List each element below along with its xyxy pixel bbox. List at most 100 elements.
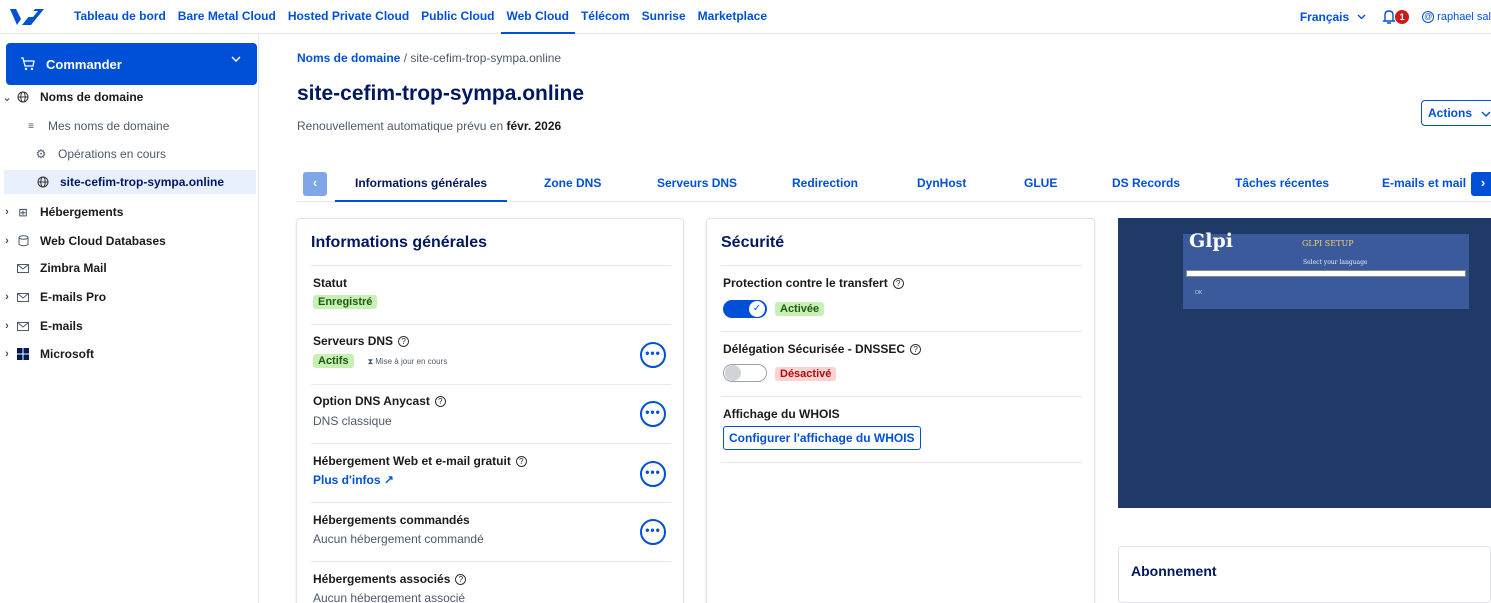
hosting-free-field: Hébergement Web et e-mail gratuit? (313, 454, 527, 468)
language-selector[interactable]: Français (1300, 10, 1366, 24)
tab-dynhost[interactable]: DynHost (917, 166, 966, 202)
nav-tableau-de-bord[interactable]: Tableau de bord (68, 0, 172, 34)
hosting-ordered-label: Hébergements commandés (313, 513, 470, 527)
hosting-free-more-button[interactable]: ••• (640, 461, 666, 487)
language-label: Français (1299, 10, 1350, 24)
sidebar-item-zimbra-mail[interactable]: Zimbra Mail (14, 256, 107, 280)
tab-serveurs-dns[interactable]: Serveurs DNS (657, 166, 737, 202)
user-icon: @ (1422, 11, 1435, 23)
sidebar: Commander ⌄ Noms de domaine ≡ Mes noms d… (0, 35, 259, 603)
subscription-card: Abonnement (1118, 546, 1491, 603)
notifications-button[interactable]: 1 (1382, 7, 1412, 27)
tabs-scroll-right-button[interactable]: › (1471, 172, 1491, 196)
security-card: Sécurité Protection contre le transfert?… (706, 218, 1095, 603)
list-icon: ≡ (28, 120, 34, 132)
hosting-ordered-value: Aucun hébergement commandé (313, 532, 484, 546)
help-icon[interactable]: ? (910, 344, 922, 355)
sidebar-item-label: Noms de domaine (40, 90, 144, 104)
sidebar-item-hebergements[interactable]: › ⊞ Hébergements (0, 200, 123, 224)
help-icon[interactable]: ? (398, 336, 410, 347)
breadcrumb-root-link[interactable]: Noms de domaine (297, 51, 400, 65)
globe-icon (14, 90, 32, 104)
tab-ds-records[interactable]: DS Records (1112, 166, 1180, 202)
website-preview: Glpi GLPI SETUP Select your language OK (1118, 218, 1491, 508)
ovh-logo[interactable] (8, 8, 46, 26)
tab-emails-et-mail[interactable]: E-mails et mail (1382, 166, 1466, 202)
dnssec-state-badge: Désactivé (775, 367, 837, 381)
help-icon[interactable]: ? (434, 396, 446, 407)
top-navigation-bar: Tableau de bord Bare Metal Cloud Hosted … (0, 0, 1491, 34)
card-title: Abonnement (1131, 563, 1217, 579)
chevron-right-icon: › (5, 235, 9, 247)
bell-icon (1383, 10, 1396, 24)
sidebar-item-label: Hébergements (40, 205, 124, 219)
help-icon[interactable]: ? (455, 574, 467, 585)
sidebar-item-operations-en-cours[interactable]: ⚙ Opérations en cours (32, 142, 166, 166)
database-icon (14, 234, 32, 248)
toggle-knob (725, 365, 741, 381)
dns-servers-value-wrap: Actifs ⧗ Mise à jour en cours (313, 353, 447, 368)
card-title: Sécurité (721, 234, 785, 251)
order-button[interactable]: Commander (6, 43, 257, 85)
nav-web-cloud[interactable]: Web Cloud (500, 0, 575, 34)
sidebar-item-emails[interactable]: › E-mails (0, 314, 83, 338)
anycast-label: Option DNS Anycast (313, 394, 430, 408)
user-menu[interactable]: @ raphael sal (1422, 11, 1491, 23)
help-icon[interactable]: ? (515, 456, 527, 467)
tab-taches-recentes[interactable]: Tâches récentes (1235, 166, 1329, 202)
more-info-label: Plus d'infos (313, 473, 381, 487)
general-info-card: Informations générales Statut Enregistré… (296, 218, 684, 603)
chevron-down-icon (231, 56, 241, 62)
globe-icon (34, 175, 52, 189)
nav-bare-metal-cloud[interactable]: Bare Metal Cloud (172, 0, 282, 34)
tab-redirection[interactable]: Redirection (792, 166, 858, 202)
configure-whois-button[interactable]: Configurer l'affichage du WHOIS (723, 426, 921, 450)
renewal-prefix: Renouvellement automatique prévu en (297, 119, 504, 133)
mail-icon (14, 319, 32, 333)
tab-zone-dns[interactable]: Zone DNS (544, 166, 601, 202)
actions-button[interactable]: Actions (1421, 100, 1491, 126)
divider (311, 443, 671, 444)
dns-servers-more-button[interactable]: ••• (640, 342, 666, 368)
more-info-link[interactable]: Plus d'infos ↗ (313, 473, 394, 487)
breadcrumb-separator: / (403, 51, 408, 65)
dns-servers-field: Serveurs DNS? (313, 334, 410, 348)
actions-label: Actions (1428, 106, 1473, 120)
hosting-ordered-more-button[interactable]: ••• (640, 519, 666, 545)
divider (311, 324, 671, 325)
nav-sunrise[interactable]: Sunrise (636, 0, 692, 34)
divider (721, 462, 1082, 463)
anycast-more-button[interactable]: ••• (640, 401, 666, 427)
transfer-protection-toggle[interactable]: ✓ (723, 300, 767, 318)
nav-marketplace[interactable]: Marketplace (692, 0, 773, 34)
tab-glue[interactable]: GLUE (1024, 166, 1057, 202)
sidebar-item-noms-de-domaine[interactable]: ⌄ Noms de domaine (0, 85, 143, 109)
sidebar-item-label: Zimbra Mail (40, 261, 107, 275)
sidebar-item-label: Web Cloud Databases (40, 234, 166, 248)
nav-telecom[interactable]: Télécom (575, 0, 636, 34)
dnssec-toggle[interactable] (723, 364, 767, 382)
breadcrumb-current: site-cefim-trop-sympa.online (410, 51, 562, 65)
hosting-assoc-field: Hébergements associés? (313, 572, 467, 586)
sidebar-item-mes-noms-de-domaine[interactable]: ≡ Mes noms de domaine (22, 114, 169, 138)
nav-public-cloud[interactable]: Public Cloud (415, 0, 500, 34)
sidebar-item-current-domain[interactable]: site-cefim-trop-sympa.online (4, 170, 256, 194)
sidebar-item-microsoft[interactable]: › Microsoft (0, 342, 94, 366)
order-button-label: Commander (46, 56, 122, 72)
dnssec-state-wrap: Désactivé (775, 366, 837, 381)
notification-count-badge: 1 (1395, 10, 1410, 24)
tab-informations-generales[interactable]: Informations générales (335, 166, 508, 202)
gear-icon: ⚙ (35, 147, 47, 161)
help-icon[interactable]: ? (892, 278, 904, 289)
sidebar-item-emails-pro[interactable]: › E-mails Pro (0, 285, 106, 309)
nav-hosted-private-cloud[interactable]: Hosted Private Cloud (282, 0, 415, 34)
renewal-date: févr. 2026 (506, 119, 562, 133)
domain-tabs: ‹ Informations générales Zone DNS Serveu… (297, 166, 1491, 202)
chevron-right-icon: › (5, 206, 9, 218)
glpi-logo: Glpi (1189, 230, 1233, 252)
sidebar-item-web-cloud-databases[interactable]: › Web Cloud Databases (0, 229, 166, 253)
glpi-language-label: Select your language (1303, 259, 1368, 266)
dns-servers-label: Serveurs DNS (313, 334, 394, 348)
chevron-down-icon (1481, 111, 1491, 117)
tabs-scroll-left-button[interactable]: ‹ (303, 172, 327, 196)
